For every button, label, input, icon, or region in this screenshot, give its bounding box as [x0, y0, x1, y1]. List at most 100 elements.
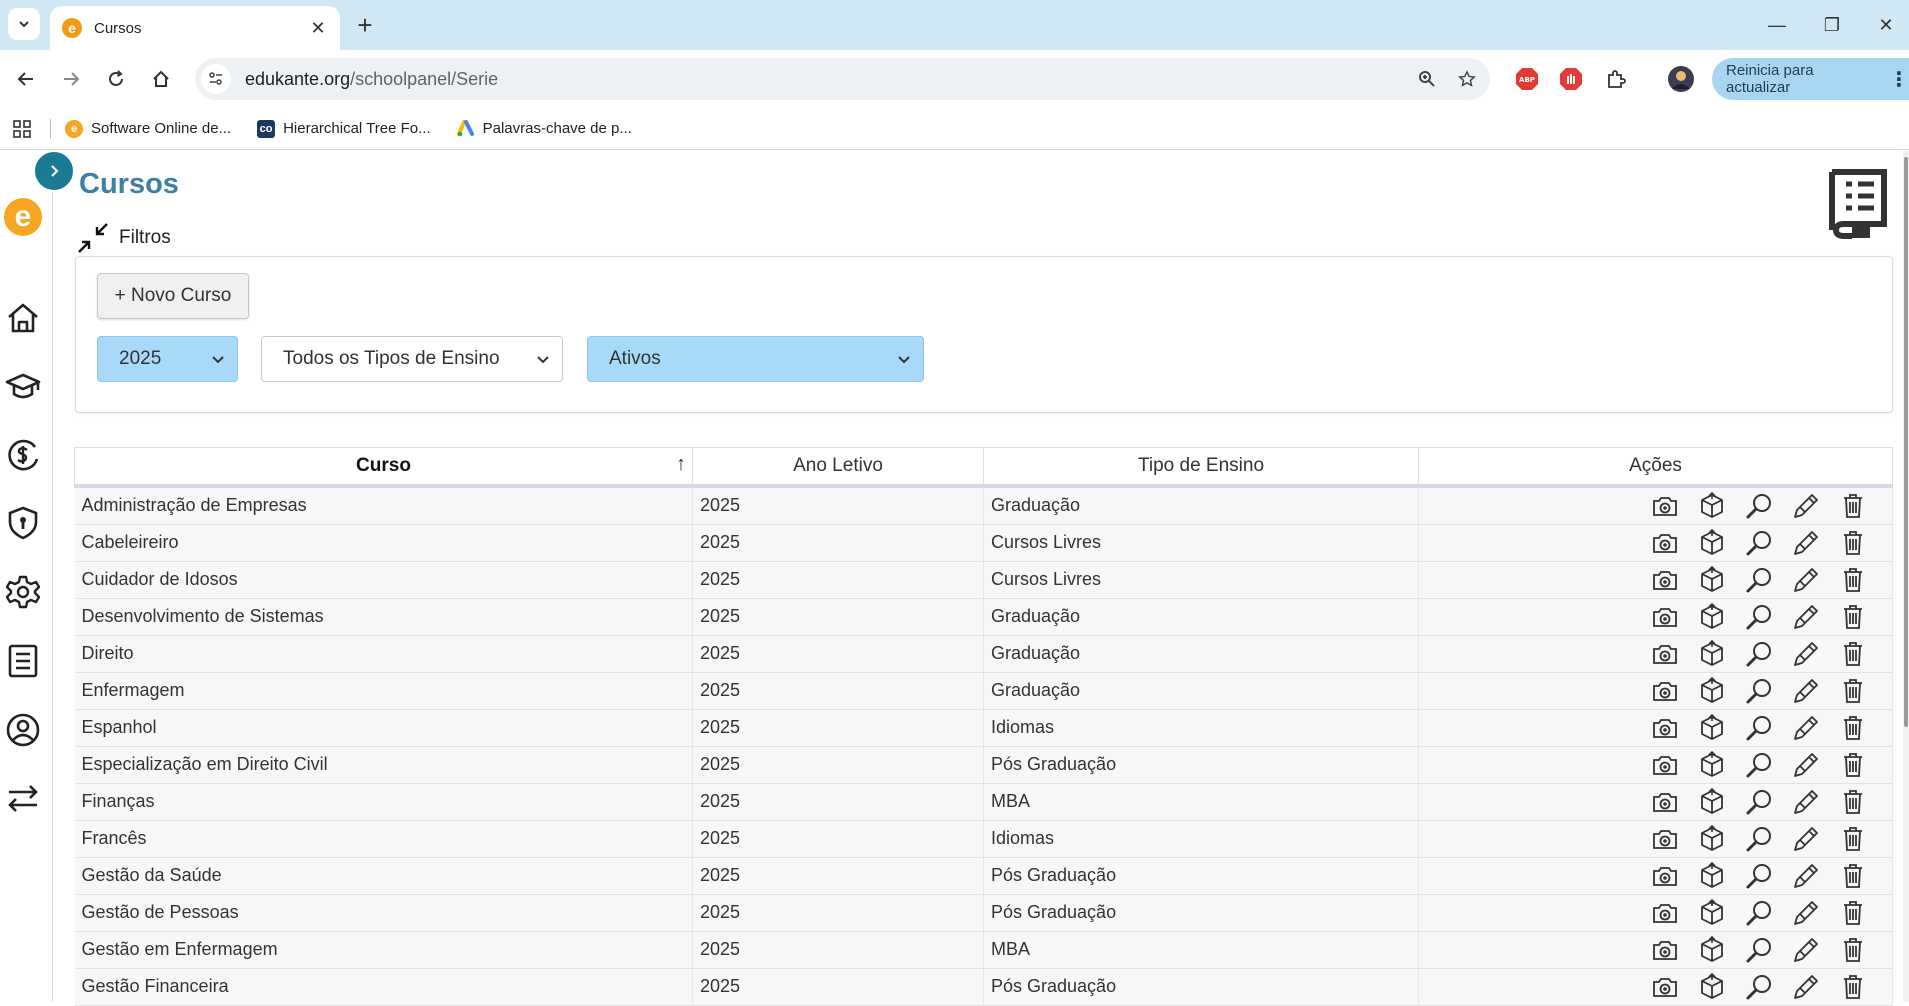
- table-row[interactable]: Gestão da Saúde 2025 Pós Graduação: [74, 857, 1893, 895]
- zoom-icon[interactable]: [1410, 62, 1444, 96]
- status-select[interactable]: Ativos: [587, 336, 924, 382]
- shield-icon[interactable]: [4, 504, 42, 542]
- reload-icon[interactable]: [100, 63, 132, 95]
- trash-icon[interactable]: [1838, 528, 1868, 558]
- camera-icon[interactable]: [1650, 676, 1680, 706]
- magnifier-icon[interactable]: [1744, 528, 1774, 558]
- home-icon[interactable]: [4, 299, 42, 337]
- column-header-ano-letivo[interactable]: Ano Letivo: [692, 447, 984, 488]
- trash-icon[interactable]: [1838, 602, 1868, 632]
- camera-icon[interactable]: [1650, 787, 1680, 817]
- table-row[interactable]: Especialização em Direito Civil 2025 Pós G…: [74, 746, 1893, 784]
- camera-icon[interactable]: [1650, 824, 1680, 854]
- browser-tab[interactable]: e Cursos ✕: [50, 6, 340, 50]
- camera-icon[interactable]: [1650, 565, 1680, 595]
- trash-icon[interactable]: [1838, 972, 1868, 1002]
- site-info-icon[interactable]: [201, 64, 231, 94]
- magnifier-icon[interactable]: [1744, 750, 1774, 780]
- pencil-icon[interactable]: [1791, 676, 1821, 706]
- user-icon[interactable]: [4, 711, 42, 749]
- transfer-icon[interactable]: [4, 779, 42, 817]
- camera-icon[interactable]: [1650, 602, 1680, 632]
- forward-icon[interactable]: [55, 63, 87, 95]
- bookmark-item[interactable]: Palavras-chave de p...: [456, 119, 632, 138]
- box-icon[interactable]: [1697, 750, 1727, 780]
- table-row[interactable]: Francês 2025 Idiomas: [74, 820, 1893, 858]
- pencil-icon[interactable]: [1791, 898, 1821, 928]
- page-scrollbar[interactable]: [1903, 151, 1909, 1002]
- pencil-icon[interactable]: [1791, 824, 1821, 854]
- more-menu-icon[interactable]: ⋮: [1889, 67, 1909, 92]
- box-icon[interactable]: [1697, 639, 1727, 669]
- camera-icon[interactable]: [1650, 491, 1680, 521]
- document-icon[interactable]: [4, 642, 42, 680]
- year-select[interactable]: 2025: [97, 336, 238, 382]
- magnifier-icon[interactable]: [1744, 676, 1774, 706]
- magnifier-icon[interactable]: [1744, 824, 1774, 854]
- box-icon[interactable]: [1697, 528, 1727, 558]
- table-row[interactable]: Direito 2025 Graduação: [74, 635, 1893, 673]
- trash-icon[interactable]: [1838, 676, 1868, 706]
- table-row[interactable]: Finanças 2025 MBA: [74, 783, 1893, 821]
- magnifier-icon[interactable]: [1744, 491, 1774, 521]
- table-row[interactable]: Gestão em Enfermagem 2025 MBA: [74, 931, 1893, 969]
- box-icon[interactable]: [1697, 787, 1727, 817]
- camera-icon[interactable]: [1650, 528, 1680, 558]
- home-browser-icon[interactable]: [145, 63, 177, 95]
- trash-icon[interactable]: [1838, 861, 1868, 891]
- trash-icon[interactable]: [1838, 750, 1868, 780]
- table-row[interactable]: Enfermagem 2025 Graduação: [74, 672, 1893, 710]
- box-icon[interactable]: [1697, 491, 1727, 521]
- magnifier-icon[interactable]: [1744, 639, 1774, 669]
- stop-hand-extension-icon[interactable]: [1556, 64, 1586, 94]
- filters-toggle[interactable]: Filtros: [77, 222, 171, 254]
- sort-up-arrow-icon[interactable]: ↑: [676, 453, 686, 476]
- trash-icon[interactable]: [1838, 935, 1868, 965]
- pencil-icon[interactable]: [1791, 528, 1821, 558]
- profile-avatar[interactable]: [1666, 64, 1696, 94]
- magnifier-icon[interactable]: [1744, 898, 1774, 928]
- apps-grid-icon[interactable]: [0, 119, 44, 138]
- box-icon[interactable]: [1697, 935, 1727, 965]
- magnifier-icon[interactable]: [1744, 861, 1774, 891]
- pencil-icon[interactable]: [1791, 935, 1821, 965]
- bookmark-star-icon[interactable]: [1450, 62, 1484, 96]
- pencil-icon[interactable]: [1791, 787, 1821, 817]
- magnifier-icon[interactable]: [1744, 972, 1774, 1002]
- adblock-plus-icon[interactable]: ABP: [1512, 64, 1542, 94]
- pencil-icon[interactable]: [1791, 491, 1821, 521]
- pencil-icon[interactable]: [1791, 602, 1821, 632]
- camera-icon[interactable]: [1650, 639, 1680, 669]
- bookmark-item[interactable]: e Software Online de...: [65, 119, 231, 138]
- box-icon[interactable]: [1697, 861, 1727, 891]
- trash-icon[interactable]: [1838, 713, 1868, 743]
- magnifier-icon[interactable]: [1744, 602, 1774, 632]
- bookmark-item[interactable]: co Hierarchical Tree Fo...: [257, 119, 431, 138]
- table-row[interactable]: Cuidador de Idosos 2025 Cursos Livres: [74, 561, 1893, 599]
- edukante-logo[interactable]: e: [4, 198, 42, 236]
- box-icon[interactable]: [1697, 898, 1727, 928]
- magnifier-icon[interactable]: [1744, 935, 1774, 965]
- trash-icon[interactable]: [1838, 565, 1868, 595]
- update-browser-button[interactable]: Reinicia para actualizar ⋮: [1712, 58, 1909, 100]
- trash-icon[interactable]: [1838, 787, 1868, 817]
- education-type-select[interactable]: Todos os Tipos de Ensino: [261, 336, 563, 382]
- gear-icon[interactable]: [4, 573, 42, 611]
- address-bar[interactable]: edukante.org/schoolpanel/Serie: [195, 58, 1490, 100]
- box-icon[interactable]: [1697, 565, 1727, 595]
- sidebar-expand-button[interactable]: [33, 150, 75, 192]
- magnifier-icon[interactable]: [1744, 565, 1774, 595]
- trash-icon[interactable]: [1838, 491, 1868, 521]
- box-icon[interactable]: [1697, 713, 1727, 743]
- pencil-icon[interactable]: [1791, 972, 1821, 1002]
- box-icon[interactable]: [1697, 676, 1727, 706]
- column-header-tipo-ensino[interactable]: Tipo de Ensino: [983, 447, 1419, 488]
- new-course-button[interactable]: + Novo Curso: [97, 273, 249, 319]
- column-header-curso[interactable]: Curso ↑: [74, 447, 693, 488]
- camera-icon[interactable]: [1650, 861, 1680, 891]
- trash-icon[interactable]: [1838, 898, 1868, 928]
- graduation-cap-icon[interactable]: [4, 367, 42, 405]
- restore-icon[interactable]: ❐: [1812, 10, 1852, 40]
- back-icon[interactable]: [10, 63, 42, 95]
- camera-icon[interactable]: [1650, 935, 1680, 965]
